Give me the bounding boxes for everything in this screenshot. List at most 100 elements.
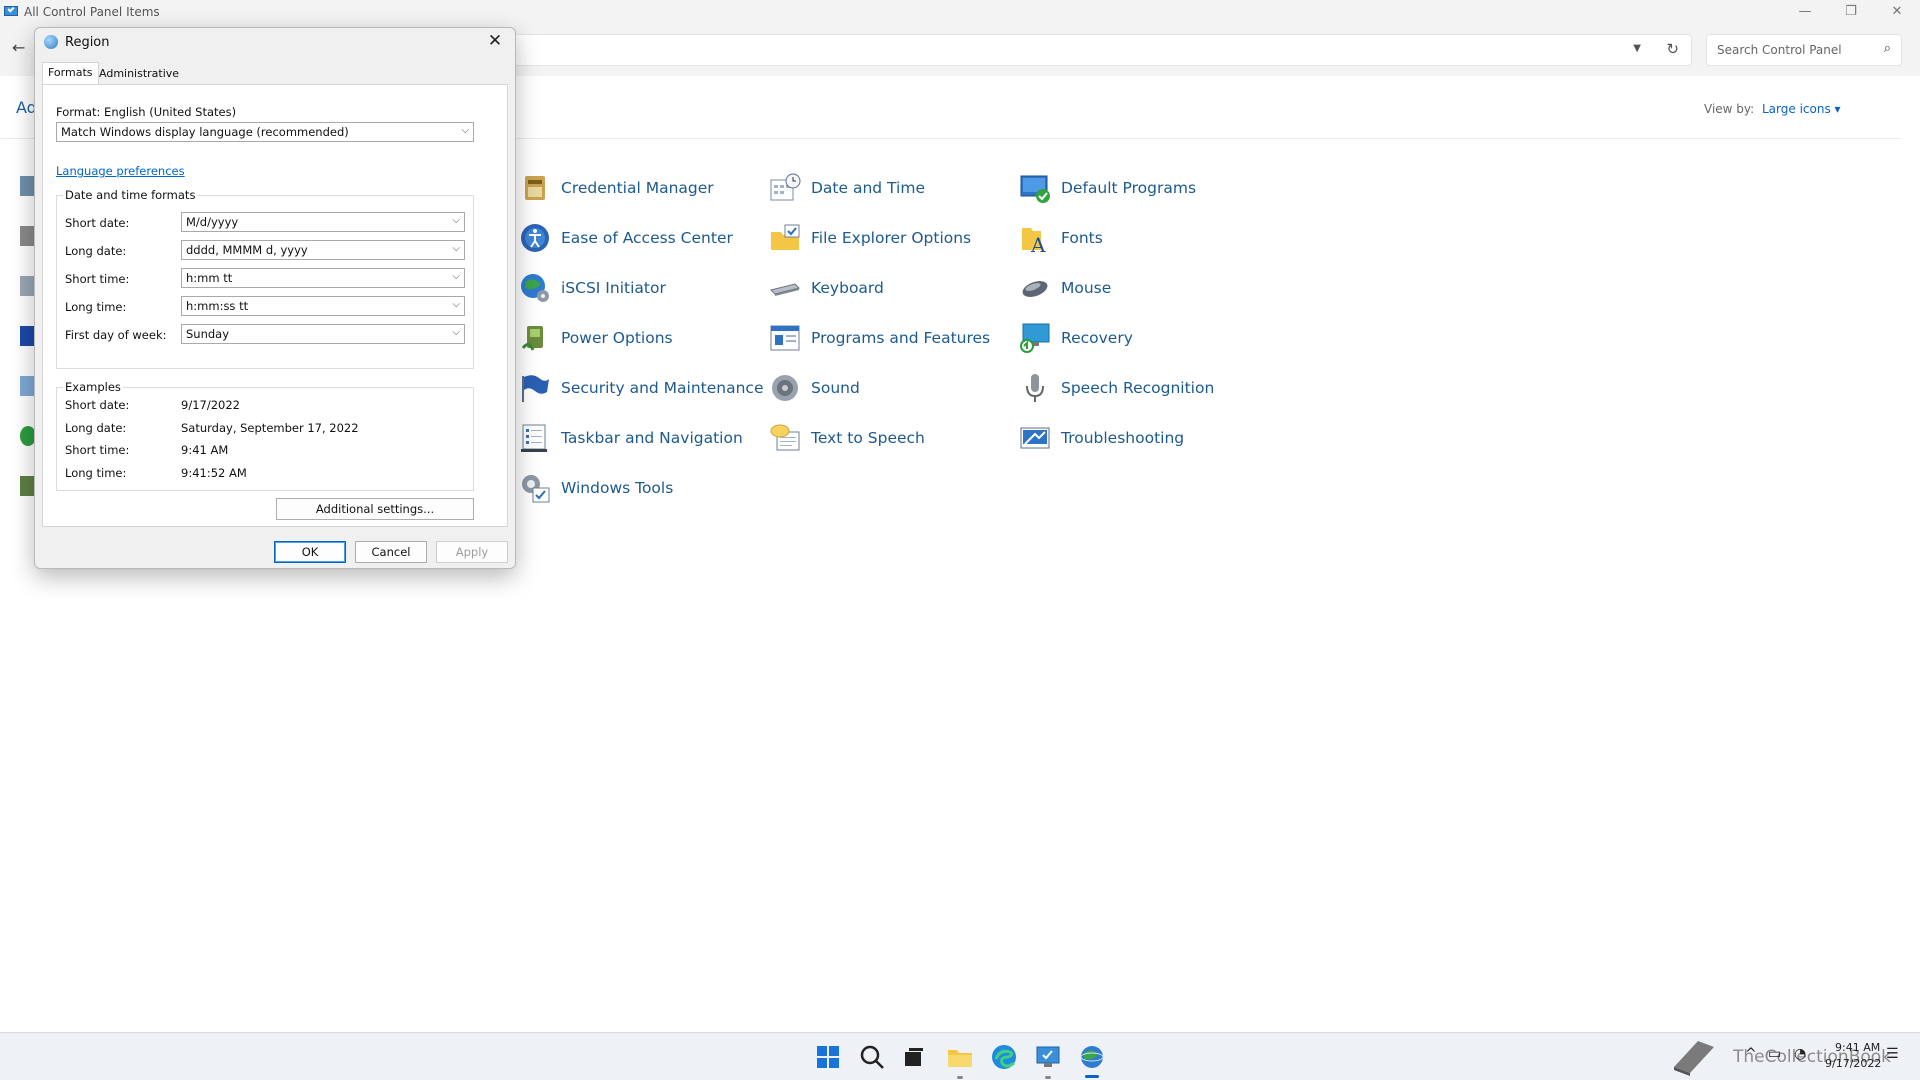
window-controls: — ❐ ✕ <box>1782 0 1920 24</box>
cp-item-file-explorer-options[interactable]: File Explorer Options <box>769 220 971 256</box>
edge-taskbar-button[interactable] <box>990 1043 1018 1071</box>
example-label: Long date: <box>65 421 127 435</box>
address-box[interactable]: ▼ ↻ <box>420 34 1692 66</box>
close-window-button[interactable]: ✕ <box>1874 0 1920 22</box>
default-programs-icon <box>1019 172 1051 204</box>
long-time-dropdown[interactable]: h:mm:ss tt ⌵ <box>181 296 465 316</box>
field-label: Long time: <box>65 300 127 314</box>
task-view-button[interactable] <box>900 1043 928 1071</box>
back-arrow-icon[interactable]: ← <box>12 38 25 57</box>
cp-item-troubleshooting[interactable]: Troubleshooting <box>1019 420 1184 456</box>
ok-button[interactable]: OK <box>274 541 346 563</box>
item-label: Default Programs <box>1061 179 1197 197</box>
control-panel-taskbar-button[interactable] <box>1034 1043 1062 1071</box>
clock-date[interactable]: 9/17/2022 <box>1825 1057 1881 1070</box>
item-label: iSCSI Initiator <box>561 279 666 297</box>
clock-time[interactable]: 9:41 AM <box>1835 1041 1880 1054</box>
network-icon[interactable]: ▭ <box>1768 1046 1781 1062</box>
cp-item-sound[interactable]: Sound <box>769 370 860 406</box>
chevron-down-icon[interactable]: ▼ <box>1633 43 1641 54</box>
cp-item-power-options[interactable]: Power Options <box>519 320 673 356</box>
taskbar-icon <box>519 422 551 454</box>
tab-administrative[interactable]: Administrative <box>94 64 184 84</box>
recovery-icon <box>1019 322 1051 354</box>
field-value: h:mm:ss tt <box>186 299 249 313</box>
examples-group: Examples Short date: 9/17/2022 Long date… <box>56 380 474 491</box>
tab-formats[interactable]: Formats <box>42 62 99 84</box>
speech-bubble-icon <box>769 422 801 454</box>
region-taskbar-button[interactable] <box>1078 1043 1106 1071</box>
cp-item-iscsi-initiator[interactable]: iSCSI Initiator <box>519 270 666 306</box>
field-value: dddd, MMMM d, yyyy <box>186 243 308 257</box>
keyboard-icon <box>769 272 801 304</box>
cp-item-windows-tools[interactable]: Windows Tools <box>519 470 673 506</box>
item-label: Security and Maintenance <box>561 379 764 397</box>
chevron-down-icon: ⌵ <box>452 243 460 254</box>
item-label: Power Options <box>561 329 673 347</box>
additional-settings-button[interactable]: Additional settings... <box>276 498 474 520</box>
cancel-button[interactable]: Cancel <box>355 541 427 563</box>
chevron-down-icon: ⌵ <box>461 125 469 136</box>
credential-manager-icon <box>519 172 551 204</box>
short-date-dropdown[interactable]: M/d/yyyy ⌵ <box>181 212 465 232</box>
restore-button[interactable]: ❐ <box>1828 0 1874 22</box>
example-label: Long time: <box>65 466 127 480</box>
cp-item-text-to-speech[interactable]: Text to Speech <box>769 420 925 456</box>
item-label: Troubleshooting <box>1061 429 1185 447</box>
chevron-down-icon: ⌵ <box>452 271 460 282</box>
volume-icon[interactable]: ◔ <box>1794 1046 1806 1062</box>
refresh-icon[interactable]: ↻ <box>1666 40 1679 58</box>
running-indicator <box>1045 1076 1051 1079</box>
chevron-up-icon[interactable]: ^ <box>1745 1046 1757 1062</box>
apply-button[interactable]: Apply <box>436 541 508 563</box>
view-by-value: Large icons <box>1762 102 1831 116</box>
cp-item-taskbar-and-navigation[interactable]: Taskbar and Navigation <box>519 420 743 456</box>
start-button[interactable] <box>814 1043 842 1071</box>
item-label: Sound <box>811 379 860 397</box>
minimize-button[interactable]: — <box>1782 0 1828 22</box>
dialog-titlebar: Region ✕ <box>35 28 515 58</box>
language-preferences-link[interactable]: Language preferences <box>56 164 185 178</box>
first-day-of-week-dropdown[interactable]: Sunday ⌵ <box>181 324 465 344</box>
cp-item-speech-recognition[interactable]: Speech Recognition <box>1019 370 1214 406</box>
file-explorer-taskbar-button[interactable] <box>946 1043 974 1071</box>
cp-item-default-programs[interactable]: Default Programs <box>1019 170 1196 206</box>
cp-item-mouse[interactable]: Mouse <box>1019 270 1111 306</box>
field-label: Long date: <box>65 244 127 258</box>
ease-of-access-icon <box>519 222 551 254</box>
cp-item-date-and-time[interactable]: Date and Time <box>769 170 925 206</box>
notification-icon[interactable]: ☰ <box>1886 1046 1899 1062</box>
long-date-dropdown[interactable]: dddd, MMMM d, yyyy ⌵ <box>181 240 465 260</box>
cp-item-fonts[interactable]: A Fonts <box>1019 220 1103 257</box>
folder-options-icon <box>769 222 801 254</box>
search-icon[interactable]: ⌕ <box>1884 41 1891 56</box>
globe-icon <box>44 35 58 49</box>
cp-item-keyboard[interactable]: Keyboard <box>769 270 884 306</box>
item-label: Speech Recognition <box>1061 379 1215 397</box>
search-taskbar-button[interactable] <box>858 1043 886 1071</box>
close-icon[interactable]: ✕ <box>483 31 507 51</box>
format-dropdown[interactable]: Match Windows display language (recommen… <box>56 122 474 142</box>
mouse-icon <box>1019 272 1051 304</box>
item-label: Ease of Access Center <box>561 229 733 247</box>
window-title: All Control Panel Items <box>24 5 160 19</box>
view-by-dropdown[interactable]: Large icons ▾ <box>1762 102 1841 116</box>
search-input[interactable]: Search Control Panel ⌕ <box>1706 34 1902 66</box>
fonts-icon: A <box>1019 222 1051 257</box>
cp-item-programs-and-features[interactable]: Programs and Features <box>769 320 990 356</box>
field-value: h:mm tt <box>186 271 233 285</box>
book-logo-icon <box>1668 1037 1718 1077</box>
item-label: Text to Speech <box>811 429 925 447</box>
folder-icon <box>948 1050 972 1067</box>
item-label: Credential Manager <box>561 179 714 197</box>
region-dialog: Region ✕ Formats Administrative Format: … <box>34 27 516 569</box>
short-time-dropdown[interactable]: h:mm tt ⌵ <box>181 268 465 288</box>
programs-features-icon <box>769 322 801 354</box>
dialog-title: Region <box>65 35 110 50</box>
cp-item-credential-manager[interactable]: Credential Manager <box>519 170 714 206</box>
cp-item-security-and-maintenance[interactable]: Security and Maintenance <box>519 370 763 406</box>
field-label: First day of week: <box>65 328 167 342</box>
cp-item-recovery[interactable]: Recovery <box>1019 320 1133 356</box>
example-value: Saturday, September 17, 2022 <box>181 421 359 435</box>
cp-item-ease-of-access[interactable]: Ease of Access Center <box>519 220 733 256</box>
